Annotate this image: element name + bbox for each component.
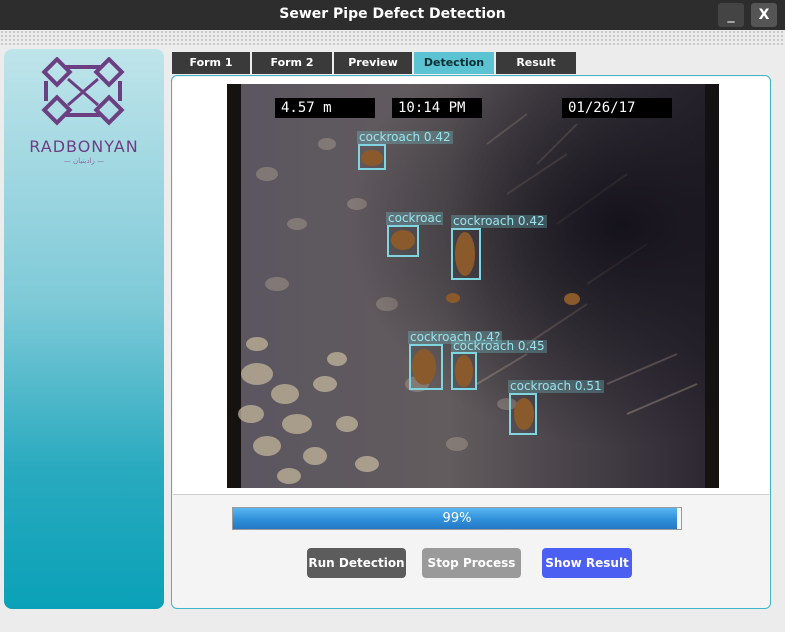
osd-date: 01/26/17 [562, 98, 672, 118]
close-button[interactable]: X [751, 3, 777, 27]
progress-text: 99% [442, 511, 472, 526]
window-title: Sewer Pipe Defect Detection [279, 6, 506, 22]
tab-detection[interactable]: Detection [414, 52, 494, 74]
radbonyan-logo-icon [41, 57, 125, 126]
osd-time: 10:14 PM [392, 98, 482, 118]
detection-box [409, 344, 443, 390]
detection-box [509, 393, 537, 435]
detection-label: cockroach 0.42 [451, 214, 547, 228]
tab-preview[interactable]: Preview [334, 52, 412, 74]
osd-distance: 4.57 m [275, 98, 375, 118]
sewer-camera-image [227, 84, 719, 488]
tab-form-2[interactable]: Form 2 [252, 52, 332, 74]
image-view: 4.57 m 10:14 PM 01/26/17 cockroach 0.42 … [173, 77, 769, 495]
tab-form-1[interactable]: Form 1 [172, 52, 250, 74]
detection-box [358, 144, 386, 170]
tab-result[interactable]: Result [496, 52, 576, 74]
title-bar: Sewer Pipe Defect Detection _ X [0, 0, 785, 30]
minimize-button[interactable]: _ [718, 3, 744, 27]
detection-box [451, 352, 477, 390]
detection-label: cockroach 0.51 [508, 379, 604, 393]
toolbar-grip [0, 30, 785, 46]
progress-bar: 99% [232, 507, 682, 530]
sewer-camera-frame: 4.57 m 10:14 PM 01/26/17 cockroach 0.42 … [227, 84, 719, 488]
detection-box [451, 228, 481, 280]
run-detection-button[interactable]: Run Detection [307, 548, 406, 578]
sidebar: RADBONYAN — رادبنیان — [4, 49, 164, 609]
show-result-button[interactable]: Show Result [542, 548, 632, 578]
detection-box [387, 225, 419, 257]
detection-label: cockroach 0.42 [357, 130, 453, 144]
logo-text: RADBONYAN [29, 137, 139, 156]
detection-label: cockroac [386, 211, 444, 225]
stop-process-button[interactable]: Stop Process [422, 548, 521, 578]
logo-subtext: — رادبنیان — [63, 157, 105, 165]
